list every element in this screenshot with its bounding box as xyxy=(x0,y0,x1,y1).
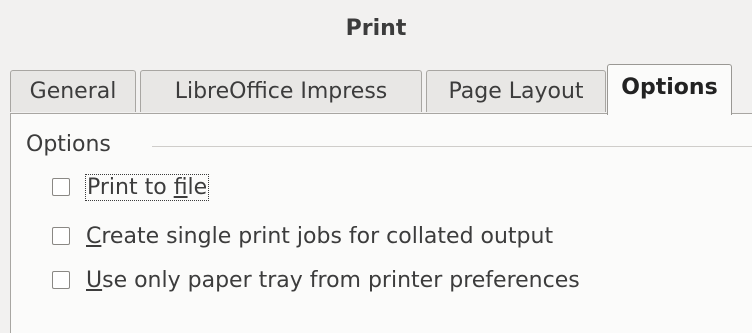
dialog-titlebar: Print xyxy=(0,0,752,62)
paper-tray-mnemonic: U xyxy=(86,267,103,293)
single-print-jobs-label[interactable]: Create single print jobs for collated ou… xyxy=(86,224,553,249)
single-print-jobs-label-post: reate single print jobs for collated out… xyxy=(101,223,554,249)
group-separator xyxy=(152,146,752,147)
tab-options[interactable]: Options xyxy=(607,64,732,115)
single-print-jobs-row[interactable]: Create single print jobs for collated ou… xyxy=(52,220,553,252)
print-to-file-row[interactable]: Print to file xyxy=(52,171,210,203)
tab-page-layout[interactable]: Page Layout xyxy=(426,70,606,112)
options-group-label: Options xyxy=(26,132,111,157)
single-print-jobs-checkbox[interactable] xyxy=(52,227,70,245)
paper-tray-label[interactable]: Use only paper tray from printer prefere… xyxy=(86,268,580,293)
paper-tray-checkbox[interactable] xyxy=(52,271,70,289)
print-to-file-mnemonic: f xyxy=(173,174,188,200)
dialog-title: Print xyxy=(345,16,407,41)
print-to-file-label[interactable]: Print to file xyxy=(84,173,210,201)
print-to-file-checkbox[interactable] xyxy=(52,178,70,196)
paper-tray-label-post: se only paper tray from printer preferen… xyxy=(102,267,580,293)
tab-general[interactable]: General xyxy=(10,70,136,112)
print-to-file-label-post: ile xyxy=(187,174,208,200)
paper-tray-row[interactable]: Use only paper tray from printer prefere… xyxy=(52,264,580,296)
tab-libreoffice-impress[interactable]: LibreOffice Impress xyxy=(140,70,422,112)
print-to-file-label-pre: Print to xyxy=(87,174,174,200)
single-print-jobs-mnemonic: C xyxy=(86,223,102,249)
